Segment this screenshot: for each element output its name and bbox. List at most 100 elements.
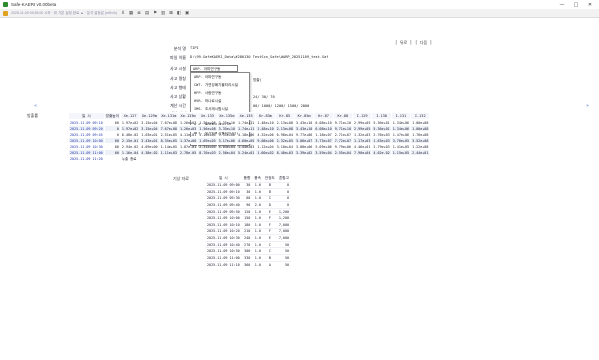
weather-data-table: 일 시 풍향 풍속 안정도 혼합고 2025-11-09 09:00 30 1.0 B 0 202…	[205, 175, 292, 268]
title-bar: Safe-KAERI v0.00beta — □ ✕	[0, 0, 599, 9]
cell-wind-direction: 60	[241, 194, 253, 202]
column-header[interactable]: 일 시	[205, 175, 242, 182]
maximize-button[interactable]: □	[569, 0, 583, 9]
release-label: 방출)	[253, 78, 262, 82]
label-analysis-name: 분석 명	[173, 46, 186, 51]
back-link[interactable]: [ 뒤로 ]	[395, 40, 412, 46]
dropdown-option[interactable]: ARP. 아파연구동	[191, 73, 249, 81]
cell-value	[390, 155, 412, 162]
cell-value	[158, 155, 179, 162]
table-row[interactable]: 2025-11-09 11:20 누출 종료	[68, 155, 431, 162]
cell-mixing-height: 7,000	[276, 234, 292, 242]
scroll-right-icon[interactable]: »	[586, 103, 589, 109]
table-row[interactable]: 2025-11-09 10:20 210 1.0 F 7,000	[205, 227, 292, 235]
table-icon[interactable]: ▤	[144, 10, 150, 16]
table-row[interactable]: 2025-11-09 10:50 300 1.0 C 50	[205, 247, 292, 255]
column-header[interactable]: Xe-131m	[158, 112, 179, 120]
table-row[interactable]: 2025-11-09 09:00 30 1.0 B 0	[205, 181, 292, 189]
label-accident-situation: 사고 상황	[170, 94, 186, 99]
window-icon[interactable]: ▣	[184, 10, 190, 16]
next-link[interactable]: [ 다음 ]	[415, 40, 432, 46]
column-header[interactable]: Kr-85m	[293, 112, 315, 120]
close-button[interactable]: ✕	[583, 0, 597, 9]
column-header[interactable]: 일 시	[68, 112, 105, 120]
column-header[interactable]: Xe-135m	[216, 112, 237, 120]
window-controls: — □ ✕	[555, 0, 597, 9]
column-header[interactable]: Xe-133m	[177, 112, 199, 120]
facility-dropdown[interactable]: ARP. 아파연구동	[190, 65, 238, 72]
column-header[interactable]: 혼합고	[277, 175, 291, 182]
cell-wind-speed: 1.0	[252, 247, 263, 255]
table-row[interactable]: 2025-11-09 09:30 60 1.0 C 0	[205, 194, 292, 202]
cell-wind-speed: 1.0	[252, 214, 263, 222]
cell-mixing-height: 1,200	[276, 214, 292, 222]
column-header[interactable]: Xe-133	[197, 112, 218, 120]
column-header[interactable]: Xe-127	[119, 112, 141, 120]
table-row[interactable]: 2025-11-09 11:00 330 1.0 B 50	[205, 254, 292, 262]
cell-wind-speed: 1.0	[252, 234, 263, 242]
cell-stability: C	[262, 247, 277, 255]
column-header[interactable]: Xe-135	[235, 112, 257, 120]
cell-datetime: 2025-11-09 11:00	[205, 254, 242, 262]
cell-mixing-height: 50	[276, 254, 292, 262]
column-header[interactable]: 풍속	[252, 175, 263, 182]
column-header[interactable]: Kr-87	[313, 112, 334, 120]
cell-stability: D	[262, 201, 277, 209]
label-accident-type: 사고 형태	[170, 85, 186, 90]
cell-stability: B	[262, 181, 277, 189]
table-row[interactable]: 2025-11-09 10:00 150 1.0 F 1,200	[205, 214, 292, 222]
cell-stability: B	[262, 254, 277, 262]
dropdown-option[interactable]: HVR. 하나로시설	[191, 97, 249, 105]
cell-wind-speed: 1.0	[252, 254, 263, 262]
cell-wind-direction: 150	[241, 214, 253, 222]
table-row[interactable]: 2025-11-09 09:40 90 2.0 D 0	[205, 201, 292, 209]
cell-wind-direction: 120	[241, 207, 253, 215]
minimize-button[interactable]: —	[555, 0, 569, 9]
cell-value	[255, 155, 276, 162]
chart-icon[interactable]: ▥	[160, 10, 166, 16]
cell-stability: A	[262, 260, 277, 268]
cell-wind-direction: 30	[241, 188, 253, 196]
flag-icon[interactable]: ⚑	[152, 10, 158, 16]
list-icon[interactable]: ≣	[136, 10, 142, 16]
filter-icon[interactable]: ⊻	[120, 10, 126, 16]
cell-datetime: 2025-11-09 10:10	[205, 221, 242, 229]
cell-datetime: 2025-11-09 10:00	[205, 214, 242, 222]
column-header[interactable]: 방출높이	[103, 112, 121, 120]
column-header[interactable]: 풍향	[242, 175, 253, 182]
cell-mixing-height: 1,200	[276, 207, 292, 215]
column-header[interactable]: I-132	[410, 112, 431, 120]
label-file-name: 파일 이름	[170, 55, 186, 60]
release-rate-table: 일 시 방출높이 Xe-127 Xe-129m Xe-131m Xe-133m Xe-133…	[68, 112, 431, 162]
cell-stability: F	[262, 221, 277, 229]
column-header[interactable]: I-130	[371, 112, 392, 120]
weather-data-label: 기상 자료	[173, 176, 189, 181]
cell-datetime: 2025-11-09 11:10	[205, 260, 242, 268]
close-box-icon[interactable]: ⊠	[168, 10, 174, 16]
cell-wind-speed: 1.0	[252, 227, 263, 235]
table-row[interactable]: 2025-11-09 09:50 120 1.0 E 1,200	[205, 207, 292, 215]
table-row[interactable]: 2025-11-09 11:10 360 1.0 A 50	[205, 260, 292, 268]
cell-wind-direction: 30	[241, 181, 253, 189]
toolbar: 2025-11-09 09:25:00 시작 · 위 기본 설정 완료 ▲ · …	[0, 9, 599, 18]
table-row[interactable]: 2025-11-09 09:10 30 1.0 B 0	[205, 188, 292, 196]
column-header[interactable]: Kr-83m	[255, 112, 276, 120]
scroll-left-icon[interactable]: «	[34, 103, 37, 109]
column-header[interactable]: I-131	[390, 112, 412, 120]
cell-value	[197, 155, 218, 162]
cell-datetime: 2025-11-09 10:50	[205, 247, 242, 255]
dropdown-option[interactable]: HFP. 사람연구동	[191, 89, 249, 97]
cell-value	[293, 155, 315, 162]
table-row[interactable]: 2025-11-09 10:30 240 1.0 E 7,000	[205, 234, 292, 242]
column-header[interactable]: Xe-129m	[139, 112, 160, 120]
column-header[interactable]: Kr-85	[274, 112, 296, 120]
grid-icon[interactable]: ▦	[128, 10, 134, 16]
folder-icon[interactable]	[3, 10, 8, 16]
column-header[interactable]: Kr-88	[332, 112, 354, 120]
tag-icon[interactable]: ◧	[176, 10, 182, 16]
table-row[interactable]: 2025-11-09 10:40 270 1.0 C 50	[205, 240, 292, 248]
column-header[interactable]: I-129	[352, 112, 373, 120]
column-header[interactable]: 안정도	[263, 175, 277, 182]
table-row[interactable]: 2025-11-09 10:10 180 1.0 F 7,000	[205, 221, 292, 229]
dropdown-option[interactable]: CWT. 가연성폐기물처리시설	[191, 81, 249, 89]
